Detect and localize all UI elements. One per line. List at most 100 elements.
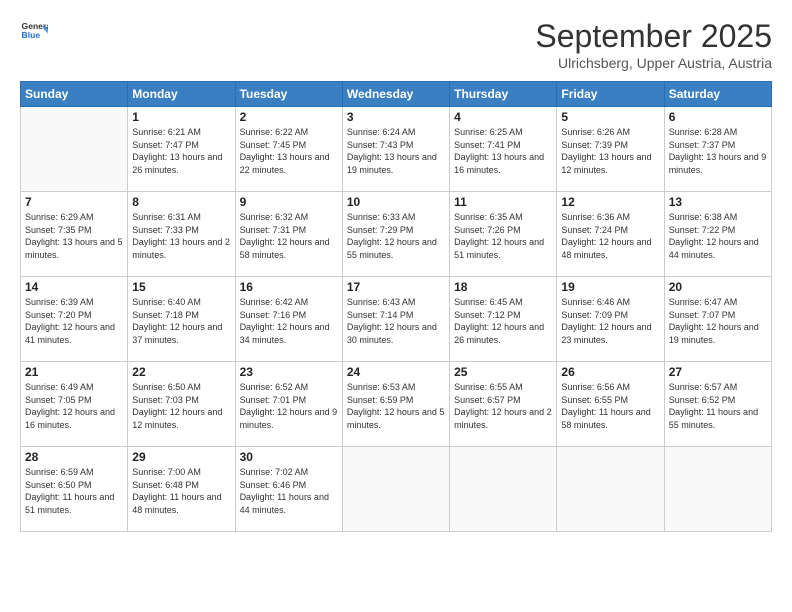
day-number: 6 — [669, 110, 767, 124]
calendar-cell: 18 Sunrise: 6:45 AMSunset: 7:12 PMDayligh… — [450, 277, 557, 362]
calendar-cell — [21, 107, 128, 192]
location-subtitle: Ulrichsberg, Upper Austria, Austria — [535, 55, 772, 71]
day-number: 15 — [132, 280, 230, 294]
calendar-cell: 1 Sunrise: 6:21 AMSunset: 7:47 PMDaylight… — [128, 107, 235, 192]
calendar-cell: 29Sunrise: 7:00 AMSunset: 6:48 PMDayligh… — [128, 447, 235, 532]
calendar-cell: 21 Sunrise: 6:49 AMSunset: 7:05 PMDayligh… — [21, 362, 128, 447]
calendar-cell: 13Sunrise: 6:38 AMSunset: 7:22 PMDayligh… — [664, 192, 771, 277]
day-number: 23 — [240, 365, 338, 379]
calendar-header-row: SundayMondayTuesdayWednesdayThursdayFrid… — [21, 82, 772, 107]
title-block: September 2025 Ulrichsberg, Upper Austri… — [535, 18, 772, 71]
day-info: Sunrise: 6:28 AMSunset: 7:37 PMDaylight:… — [669, 126, 767, 176]
calendar-cell: 8 Sunrise: 6:31 AMSunset: 7:33 PMDaylight… — [128, 192, 235, 277]
calendar-cell: 3Sunrise: 6:24 AMSunset: 7:43 PMDaylight… — [342, 107, 449, 192]
day-info: Sunrise: 6:47 AMSunset: 7:07 PMDaylight:… — [669, 296, 767, 346]
day-info: Sunrise: 6:59 AMSunset: 6:50 PMDaylight:… — [25, 466, 123, 516]
day-header-thursday: Thursday — [450, 82, 557, 107]
day-number: 28 — [25, 450, 123, 464]
day-info: Sunrise: 7:00 AMSunset: 6:48 PMDaylight:… — [132, 466, 230, 516]
day-info: Sunrise: 6:33 AMSunset: 7:29 PMDaylight:… — [347, 211, 445, 261]
svg-text:Blue: Blue — [22, 30, 41, 40]
calendar-cell: 30 Sunrise: 7:02 AMSunset: 6:46 PMDayligh… — [235, 447, 342, 532]
day-number: 16 — [240, 280, 338, 294]
day-info: Sunrise: 6:50 AMSunset: 7:03 PMDaylight:… — [132, 381, 230, 431]
calendar-cell: 4Sunrise: 6:25 AMSunset: 7:41 PMDaylight… — [450, 107, 557, 192]
day-number: 14 — [25, 280, 123, 294]
day-number: 7 — [25, 195, 123, 209]
calendar-cell: 23 Sunrise: 6:52 AMSunset: 7:01 PMDayligh… — [235, 362, 342, 447]
day-number: 20 — [669, 280, 767, 294]
day-number: 26 — [561, 365, 659, 379]
day-number: 8 — [132, 195, 230, 209]
calendar-cell: 28 Sunrise: 6:59 AMSunset: 6:50 PMDayligh… — [21, 447, 128, 532]
day-info: Sunrise: 6:29 AMSunset: 7:35 PMDaylight:… — [25, 211, 123, 261]
day-info: Sunrise: 6:35 AMSunset: 7:26 PMDaylight:… — [454, 211, 552, 261]
day-number: 18 — [454, 280, 552, 294]
day-header-monday: Monday — [128, 82, 235, 107]
day-number: 1 — [132, 110, 230, 124]
day-info: Sunrise: 6:21 AMSunset: 7:47 PMDaylight:… — [132, 126, 230, 176]
calendar-cell: 19 Sunrise: 6:46 AMSunset: 7:09 PMDayligh… — [557, 277, 664, 362]
calendar-cell: 26Sunrise: 6:56 AMSunset: 6:55 PMDayligh… — [557, 362, 664, 447]
day-number: 5 — [561, 110, 659, 124]
logo: General Blue — [20, 18, 48, 46]
calendar-week-4: 21 Sunrise: 6:49 AMSunset: 7:05 PMDayligh… — [21, 362, 772, 447]
day-info: Sunrise: 6:53 AMSunset: 6:59 PMDaylight:… — [347, 381, 445, 431]
day-header-saturday: Saturday — [664, 82, 771, 107]
day-number: 22 — [132, 365, 230, 379]
day-number: 25 — [454, 365, 552, 379]
calendar-table: SundayMondayTuesdayWednesdayThursdayFrid… — [20, 81, 772, 532]
calendar-cell: 27Sunrise: 6:57 AMSunset: 6:52 PMDayligh… — [664, 362, 771, 447]
day-info: Sunrise: 6:42 AMSunset: 7:16 PMDaylight:… — [240, 296, 338, 346]
day-info: Sunrise: 6:45 AMSunset: 7:12 PMDaylight:… — [454, 296, 552, 346]
day-info: Sunrise: 6:31 AMSunset: 7:33 PMDaylight:… — [132, 211, 230, 261]
day-info: Sunrise: 6:55 AMSunset: 6:57 PMDaylight:… — [454, 381, 552, 431]
calendar-cell: 2Sunrise: 6:22 AMSunset: 7:45 PMDaylight… — [235, 107, 342, 192]
day-info: Sunrise: 6:52 AMSunset: 7:01 PMDaylight:… — [240, 381, 338, 431]
day-header-sunday: Sunday — [21, 82, 128, 107]
calendar-cell: 6 Sunrise: 6:28 AMSunset: 7:37 PMDaylight… — [664, 107, 771, 192]
day-header-wednesday: Wednesday — [342, 82, 449, 107]
page-header: General Blue September 2025 Ulrichsberg,… — [20, 18, 772, 71]
day-info: Sunrise: 6:38 AMSunset: 7:22 PMDaylight:… — [669, 211, 767, 261]
calendar-cell — [342, 447, 449, 532]
day-header-friday: Friday — [557, 82, 664, 107]
calendar-cell — [664, 447, 771, 532]
day-info: Sunrise: 6:39 AMSunset: 7:20 PMDaylight:… — [25, 296, 123, 346]
logo-icon: General Blue — [20, 18, 48, 46]
calendar-cell: 7 Sunrise: 6:29 AMSunset: 7:35 PMDaylight… — [21, 192, 128, 277]
day-number: 30 — [240, 450, 338, 464]
calendar-cell: 10 Sunrise: 6:33 AMSunset: 7:29 PMDayligh… — [342, 192, 449, 277]
day-info: Sunrise: 6:49 AMSunset: 7:05 PMDaylight:… — [25, 381, 123, 431]
calendar-cell: 16 Sunrise: 6:42 AMSunset: 7:16 PMDayligh… — [235, 277, 342, 362]
day-number: 21 — [25, 365, 123, 379]
calendar-week-5: 28 Sunrise: 6:59 AMSunset: 6:50 PMDayligh… — [21, 447, 772, 532]
calendar-cell: 15 Sunrise: 6:40 AMSunset: 7:18 PMDayligh… — [128, 277, 235, 362]
day-info: Sunrise: 6:46 AMSunset: 7:09 PMDaylight:… — [561, 296, 659, 346]
calendar-cell: 25 Sunrise: 6:55 AMSunset: 6:57 PMDayligh… — [450, 362, 557, 447]
day-number: 19 — [561, 280, 659, 294]
day-number: 11 — [454, 195, 552, 209]
calendar-week-1: 1 Sunrise: 6:21 AMSunset: 7:47 PMDaylight… — [21, 107, 772, 192]
day-info: Sunrise: 6:36 AMSunset: 7:24 PMDaylight:… — [561, 211, 659, 261]
calendar-cell: 22 Sunrise: 6:50 AMSunset: 7:03 PMDayligh… — [128, 362, 235, 447]
calendar-cell — [557, 447, 664, 532]
calendar-week-3: 14 Sunrise: 6:39 AMSunset: 7:20 PMDayligh… — [21, 277, 772, 362]
day-info: Sunrise: 6:26 AMSunset: 7:39 PMDaylight:… — [561, 126, 659, 176]
day-info: Sunrise: 6:24 AMSunset: 7:43 PMDaylight:… — [347, 126, 445, 176]
day-info: Sunrise: 6:40 AMSunset: 7:18 PMDaylight:… — [132, 296, 230, 346]
day-info: Sunrise: 7:02 AMSunset: 6:46 PMDaylight:… — [240, 466, 338, 516]
day-number: 10 — [347, 195, 445, 209]
calendar-cell — [450, 447, 557, 532]
day-number: 27 — [669, 365, 767, 379]
calendar-cell: 5 Sunrise: 6:26 AMSunset: 7:39 PMDaylight… — [557, 107, 664, 192]
day-number: 24 — [347, 365, 445, 379]
day-info: Sunrise: 6:43 AMSunset: 7:14 PMDaylight:… — [347, 296, 445, 346]
calendar-cell: 17 Sunrise: 6:43 AMSunset: 7:14 PMDayligh… — [342, 277, 449, 362]
day-number: 17 — [347, 280, 445, 294]
day-info: Sunrise: 6:32 AMSunset: 7:31 PMDaylight:… — [240, 211, 338, 261]
day-number: 12 — [561, 195, 659, 209]
calendar-cell: 24 Sunrise: 6:53 AMSunset: 6:59 PMDayligh… — [342, 362, 449, 447]
day-number: 2 — [240, 110, 338, 124]
day-info: Sunrise: 6:25 AMSunset: 7:41 PMDaylight:… — [454, 126, 552, 176]
